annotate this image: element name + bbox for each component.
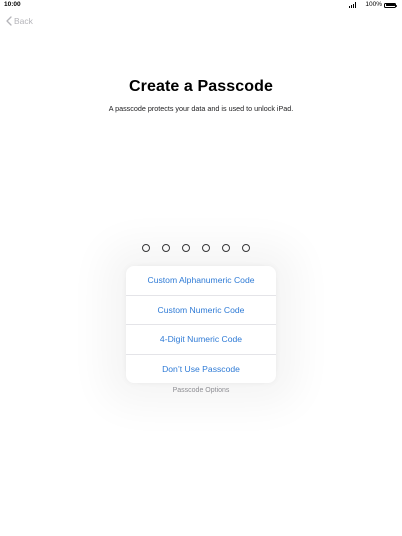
passcode-dot	[182, 244, 190, 252]
passcode-dot	[222, 244, 230, 252]
option-custom-alphanumeric-code[interactable]: Custom Alphanumeric Code	[126, 266, 276, 296]
status-indicators: 100%	[348, 0, 397, 10]
back-label: Back	[14, 16, 33, 26]
passcode-dot	[242, 244, 250, 252]
battery-indicator: 100%	[365, 0, 397, 10]
status-time: 10:00	[4, 1, 21, 8]
page-subtitle: A passcode protects your data and is use…	[108, 104, 294, 113]
back-button[interactable]: Back	[6, 16, 33, 26]
page-title: Create a Passcode	[128, 78, 273, 95]
create-passcode-screen: 10:00 100% Back Create a Passcode A pass…	[0, 0, 402, 536]
passcode-dot	[202, 244, 210, 252]
option-custom-numeric-code[interactable]: Custom Numeric Code	[126, 296, 276, 325]
signal-bars-icon	[348, 2, 357, 8]
option-4-digit-numeric-code[interactable]: 4-Digit Numeric Code	[126, 325, 276, 355]
chevron-left-icon	[6, 16, 12, 26]
passcode-dot	[162, 244, 170, 252]
option-dont-use-passcode[interactable]: Don’t Use Passcode	[126, 355, 276, 384]
status-bar: 10:00 100%	[0, 0, 402, 10]
battery-percent: 100%	[365, 1, 382, 8]
passcode-dots[interactable]	[142, 244, 250, 252]
passcode-dot	[142, 244, 150, 252]
passcode-options-menu: Custom Alphanumeric Code Custom Numeric …	[126, 266, 276, 383]
battery-full-icon	[384, 2, 397, 8]
passcode-options-button[interactable]: Passcode Options	[0, 387, 402, 394]
